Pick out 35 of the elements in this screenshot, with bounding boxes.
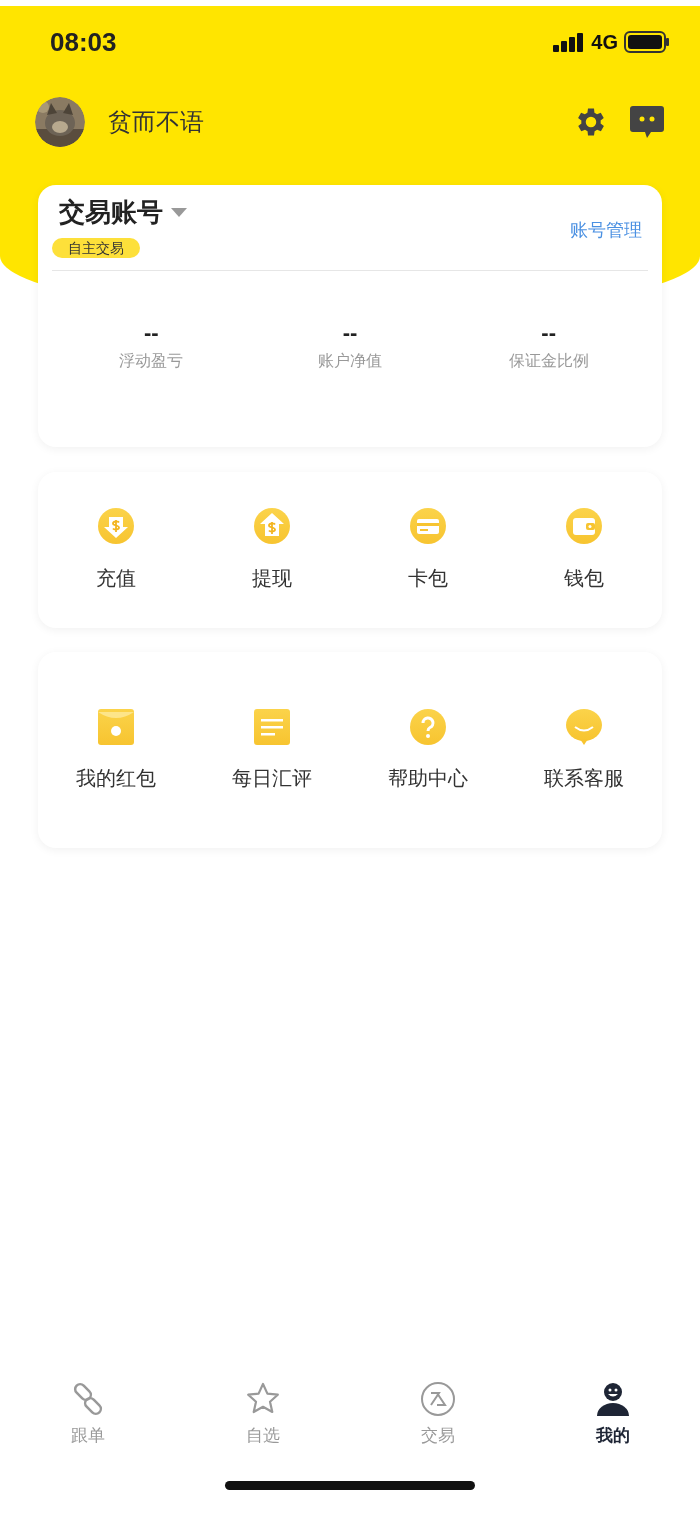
home-indicator[interactable]: [225, 1481, 475, 1490]
stat-label: 保证金比例: [508, 351, 589, 371]
dropdown-caret-icon[interactable]: [171, 207, 187, 218]
dollar-down-icon[interactable]: [97, 507, 135, 545]
menu-item-label[interactable]: 充值: [96, 563, 136, 593]
help-icon[interactable]: [408, 707, 448, 747]
document-icon[interactable]: [252, 707, 292, 747]
z-circle-icon: [419, 1381, 456, 1418]
stat-value: --: [541, 321, 556, 345]
card-icon[interactable]: [409, 507, 447, 545]
account-type-tag: 自主交易: [52, 238, 140, 258]
stat-value: --: [144, 321, 159, 345]
wallet-icon[interactable]: [565, 507, 603, 545]
menu-item-label[interactable]: 我的红包: [76, 763, 156, 793]
stat-label: 浮动盈亏: [119, 351, 184, 371]
message-icon[interactable]: [629, 105, 665, 139]
username[interactable]: 贫而不语: [108, 104, 204, 140]
menu-item-label[interactable]: 联系客服: [544, 763, 624, 793]
tab[interactable]: 我的: [525, 1375, 700, 1455]
network-label: 4G: [591, 30, 618, 55]
menu-item-label[interactable]: 每日汇评: [232, 763, 312, 793]
menu-item-label[interactable]: 卡包: [408, 563, 448, 593]
envelope-icon[interactable]: [96, 707, 136, 747]
battery-icon: [624, 31, 670, 53]
chat-bubble-icon[interactable]: [564, 707, 604, 747]
menu-item-label[interactable]: 钱包: [564, 563, 604, 593]
menu-item-label[interactable]: 帮助中心: [388, 763, 468, 793]
menu-item-label[interactable]: 提现: [252, 563, 292, 593]
account-title[interactable]: 交易账号: [59, 193, 163, 232]
stat-value: --: [342, 321, 358, 345]
stat-label: 账户净值: [318, 351, 382, 371]
status-time: 08:03: [50, 25, 117, 59]
dollar-up-icon[interactable]: [253, 507, 291, 545]
person-icon: [594, 1381, 631, 1418]
signal-icon: [553, 32, 586, 52]
